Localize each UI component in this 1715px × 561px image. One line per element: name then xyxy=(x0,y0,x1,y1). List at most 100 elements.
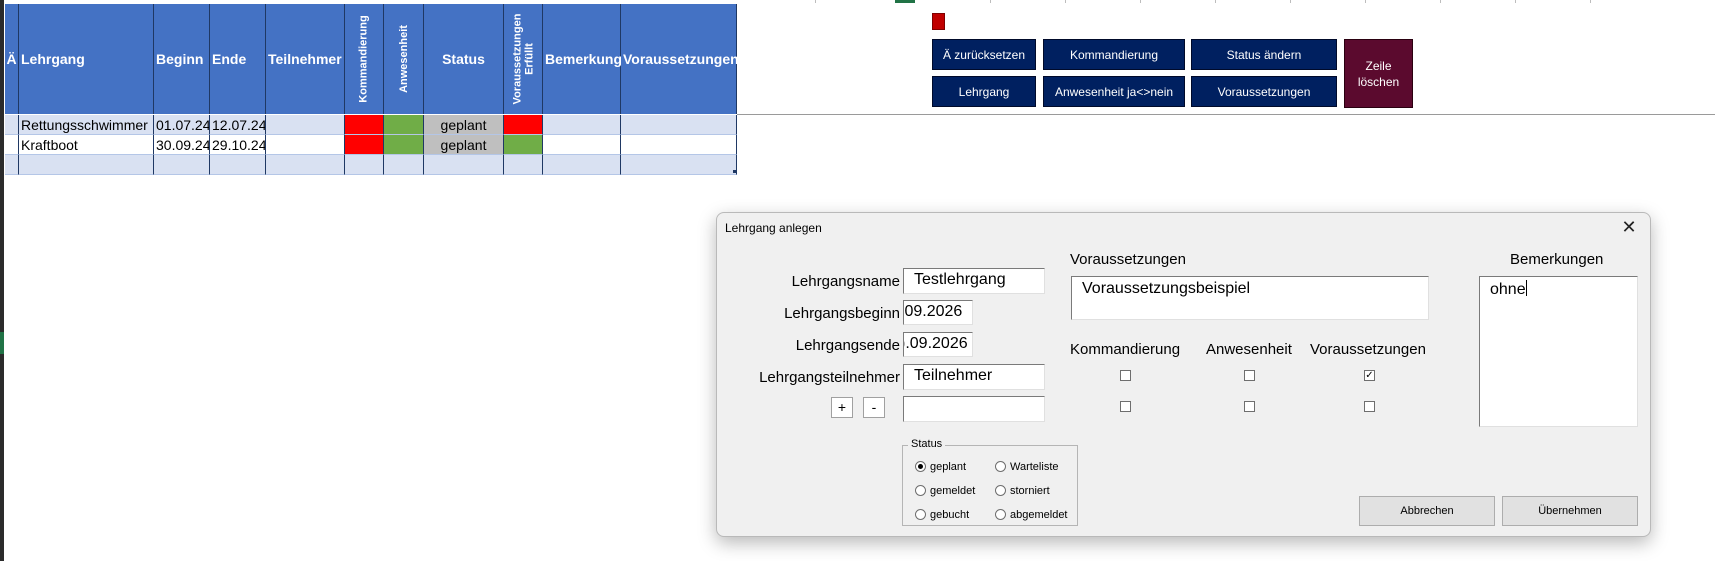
header-ae[interactable]: Ä xyxy=(5,4,19,114)
close-icon[interactable]: ✕ xyxy=(1618,216,1640,238)
cell-empty[interactable] xyxy=(504,155,543,175)
status-label: storniert xyxy=(1010,485,1050,497)
header-beginn[interactable]: Beginn xyxy=(154,4,210,114)
lehrgangsbeginn-input[interactable]: .09.2026 xyxy=(903,300,973,325)
label-kommandierung: Kommandierung xyxy=(1070,341,1181,358)
status-aendern-button[interactable]: Status ändern xyxy=(1191,39,1337,70)
status-label: geplant xyxy=(930,461,967,473)
cell-empty[interactable] xyxy=(5,155,19,175)
column-tick xyxy=(990,0,991,3)
anwesenheit-toggle-button[interactable]: Anwesenheit ja<>nein xyxy=(1043,76,1185,107)
cell-lehrgang[interactable]: Kraftboot xyxy=(19,135,154,155)
header-bemerkung[interactable]: Bemerkung xyxy=(543,4,622,114)
header-voraussetzungen-erfuellt[interactable]: Voraussetzungen Erfüllt xyxy=(504,4,543,114)
bemerkungen-input[interactable]: ohne xyxy=(1479,276,1638,427)
header-anwesenheit[interactable]: Anwesenheit xyxy=(384,4,424,114)
anwesenheit-checkbox[interactable] xyxy=(1244,370,1255,381)
voraussetzungen-input[interactable]: Voraussetzungsbeispiel xyxy=(1071,276,1429,320)
kommandierung-button[interactable]: Kommandierung xyxy=(1043,39,1185,70)
cell-voraussetzungen-erfuellt[interactable] xyxy=(504,115,543,135)
column-tick-selected xyxy=(895,0,915,3)
row-header-strip xyxy=(0,0,4,561)
cell-empty[interactable] xyxy=(154,155,210,175)
table-resize-handle[interactable] xyxy=(733,170,736,173)
cell-empty[interactable] xyxy=(621,155,737,175)
cell-bemerkung[interactable] xyxy=(543,115,621,135)
status-label: gebucht xyxy=(930,509,970,521)
zeile-loeschen-button[interactable]: Zeile löschen xyxy=(1344,39,1413,108)
status-radio-storniert[interactable] xyxy=(995,485,1006,496)
label-lehrgangsbeginn: Lehrgangsbeginn xyxy=(784,305,900,322)
cell-teilnehmer[interactable] xyxy=(266,115,345,135)
cell-empty[interactable] xyxy=(210,155,266,175)
cell-ende[interactable]: 29.10.24 xyxy=(210,135,266,155)
header-ende[interactable]: Ende xyxy=(210,4,266,114)
cell-ae[interactable] xyxy=(5,115,19,135)
header-lehrgang[interactable]: Lehrgang xyxy=(19,4,154,114)
label-anwesenheit: Anwesenheit xyxy=(1206,341,1292,358)
sheet-row-border xyxy=(737,114,1715,115)
column-tick xyxy=(1440,0,1441,3)
voraussetzungen-checkbox[interactable]: ✓ xyxy=(1364,370,1375,381)
kommandierung-checkbox[interactable] xyxy=(1120,370,1131,381)
cell-anwesenheit[interactable] xyxy=(384,135,424,155)
teilnehmer-input[interactable]: Teilnehmer xyxy=(903,364,1045,390)
cell-empty[interactable] xyxy=(266,155,345,175)
cell-status[interactable]: geplant xyxy=(424,135,504,155)
status-radio-warteliste[interactable] xyxy=(995,461,1006,472)
cell-beginn[interactable]: 01.07.24 xyxy=(154,115,210,135)
voraussetzungen-button[interactable]: Voraussetzungen xyxy=(1191,76,1337,107)
label-lehrgangsname: Lehrgangsname xyxy=(791,273,900,290)
column-tick xyxy=(1515,0,1516,3)
text-cursor xyxy=(1525,280,1527,296)
cell-teilnehmer[interactable] xyxy=(266,135,345,155)
cell-kommandierung[interactable] xyxy=(345,135,384,155)
lehrgangsname-input[interactable]: Testlehrgang xyxy=(903,268,1045,294)
lehrgang-button[interactable]: Lehrgang xyxy=(932,76,1036,107)
column-tick xyxy=(1065,0,1066,3)
column-tick xyxy=(815,0,816,3)
cell-status[interactable]: geplant xyxy=(424,115,504,135)
cell-voraussetzungen-erfuellt[interactable] xyxy=(504,135,543,155)
cell-empty[interactable] xyxy=(384,155,424,175)
cell-lehrgang[interactable]: Rettungsschwimmer xyxy=(19,115,154,135)
voraussetzungen-checkbox-2[interactable] xyxy=(1364,401,1375,412)
lehrgangsende-input[interactable]: ).09.2026 xyxy=(903,332,973,357)
status-radio-gebucht[interactable] xyxy=(915,509,926,520)
cell-anwesenheit[interactable] xyxy=(384,115,424,135)
header-status[interactable]: Status xyxy=(424,4,504,114)
cell-empty[interactable] xyxy=(345,155,384,175)
label-lehrgangsende: Lehrgangsende xyxy=(795,337,900,354)
status-radio-geplant[interactable] xyxy=(915,461,926,472)
cell-empty[interactable] xyxy=(424,155,504,175)
cell-voraussetzungen[interactable] xyxy=(621,115,737,135)
status-group-title: Status xyxy=(908,438,946,450)
cell-kommandierung[interactable] xyxy=(345,115,384,135)
uebernehmen-button[interactable]: Übernehmen xyxy=(1502,496,1638,526)
header-kommandierung[interactable]: Kommandierung xyxy=(345,4,384,114)
lehrgang-anlegen-dialog: Lehrgang anlegen ✕ Lehrgangsname Testleh… xyxy=(716,212,1651,537)
kommandierung-checkbox-2[interactable] xyxy=(1120,401,1131,412)
remove-teilnehmer-button[interactable]: - xyxy=(863,397,885,418)
header-teilnehmer[interactable]: Teilnehmer xyxy=(266,4,345,114)
add-teilnehmer-button[interactable]: + xyxy=(831,397,853,418)
ae-reset-button[interactable]: Ä zurücksetzen xyxy=(932,39,1036,70)
abbrechen-button[interactable]: Abbrechen xyxy=(1359,496,1495,526)
cell-voraussetzungen[interactable] xyxy=(621,135,737,155)
teilnehmer-input-2[interactable] xyxy=(903,396,1045,422)
cell-empty[interactable] xyxy=(543,155,621,175)
cell-ae[interactable] xyxy=(5,135,19,155)
status-radio-abgemeldet[interactable] xyxy=(995,509,1006,520)
label-lehrgangsteilnehmer: Lehrgangsteilnehmer xyxy=(759,369,900,386)
header-line-1: Voraussetzungen xyxy=(511,13,523,105)
anwesenheit-checkbox-2[interactable] xyxy=(1244,401,1255,412)
cell-empty[interactable] xyxy=(19,155,154,175)
cell-beginn[interactable]: 30.09.24 xyxy=(154,135,210,155)
header-voraussetzungen[interactable]: Voraussetzungen xyxy=(621,4,739,114)
cell-bemerkung[interactable] xyxy=(543,135,621,155)
status-radio-gemeldet[interactable] xyxy=(915,485,926,496)
red-marker-shape[interactable] xyxy=(932,13,945,30)
cell-ende[interactable]: 12.07.24 xyxy=(210,115,266,135)
lehrgangsbeginn-value: .09.2026 xyxy=(903,303,963,320)
status-label: gemeldet xyxy=(930,485,976,497)
